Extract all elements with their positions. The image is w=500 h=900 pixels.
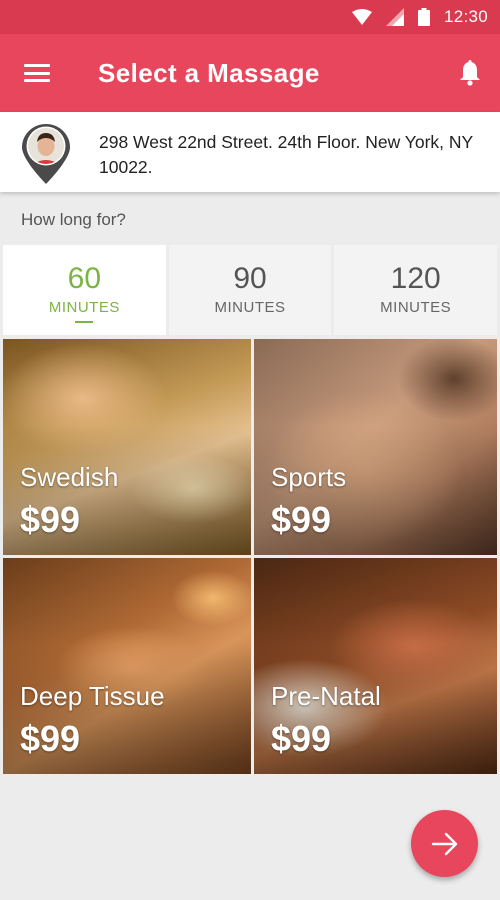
duration-unit: MINUTES <box>380 299 452 316</box>
notifications-button[interactable] <box>450 53 490 93</box>
duration-label: How long for? <box>21 210 126 229</box>
massage-name: Swedish <box>20 462 119 492</box>
duration-option-60[interactable]: 60 MINUTES <box>3 245 166 335</box>
massage-name: Sports <box>271 462 347 492</box>
status-bar: 12:30 <box>0 0 500 34</box>
massage-price: $99 <box>20 718 81 759</box>
address-text: 298 West 22nd Street. 24th Floor. New Yo… <box>99 132 473 177</box>
massage-name: Deep Tissue <box>20 681 165 711</box>
massage-card-sports[interactable]: Sports $99 <box>254 339 497 555</box>
battery-icon <box>417 8 430 26</box>
selected-indicator <box>75 321 94 323</box>
massage-price: $99 <box>271 499 332 540</box>
duration-option-90[interactable]: 90 MINUTES <box>168 245 332 335</box>
duration-value: 120 <box>390 262 441 295</box>
massage-card-deep-tissue[interactable]: Deep Tissue $99 <box>3 558 251 774</box>
next-button[interactable] <box>411 810 478 877</box>
status-time: 12:30 <box>443 7 488 26</box>
duration-option-120[interactable]: 120 MINUTES <box>334 245 498 335</box>
signal-icon <box>385 8 404 26</box>
massage-card-pre-natal[interactable]: Pre-Natal $99 <box>254 558 497 774</box>
bell-icon <box>460 60 480 86</box>
duration-value: 90 <box>233 262 267 295</box>
massage-price: $99 <box>20 499 81 540</box>
massage-name: Pre-Natal <box>271 681 381 711</box>
address-bar[interactable]: 298 West 22nd Street. 24th Floor. New Yo… <box>0 112 500 192</box>
menu-button[interactable] <box>0 34 74 112</box>
app-bar: Select a Massage <box>0 34 500 112</box>
massage-card-swedish[interactable]: Swedish $99 <box>3 339 251 555</box>
location-pin-avatar <box>22 124 70 184</box>
massage-grid: Swedish $99 Sports $99 Deep Tissue $99 P… <box>3 339 497 774</box>
wifi-icon <box>351 9 372 25</box>
duration-value: 60 <box>67 262 102 295</box>
duration-unit: MINUTES <box>214 299 286 316</box>
duration-tabs: 60 MINUTES 90 MINUTES 120 MINUTES <box>3 245 498 335</box>
arrow-right-icon <box>431 832 457 855</box>
massage-price: $99 <box>271 718 332 759</box>
page-title: Select a Massage <box>98 57 320 88</box>
menu-icon <box>24 64 50 82</box>
duration-unit: MINUTES <box>48 299 120 316</box>
